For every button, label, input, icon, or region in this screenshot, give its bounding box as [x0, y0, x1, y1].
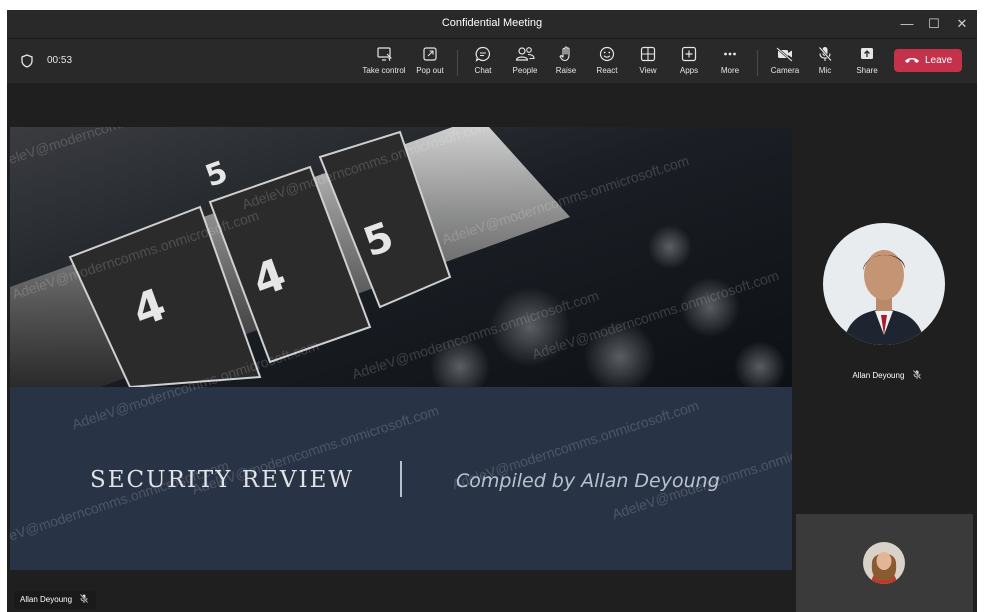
participant-avatar[interactable] [823, 223, 945, 345]
react-label: React [596, 66, 618, 75]
participants-panel: Allan Deyoung [796, 83, 977, 612]
camera-off-icon [776, 47, 793, 62]
close-button[interactable]: ✕ [952, 14, 972, 34]
people-icon [515, 47, 535, 61]
presentation-slide: 4 4 5 5 SECURITY REVIEW Compiled by Alla… [10, 127, 792, 570]
meeting-timer: 00:53 [47, 55, 73, 66]
toolbar-divider [457, 50, 458, 76]
combination-lock-image: 4 4 5 5 [10, 127, 792, 387]
leave-button[interactable]: Leave [894, 49, 962, 72]
view-button[interactable]: View [633, 45, 663, 81]
people-label: People [512, 66, 538, 75]
slide-title: SECURITY REVIEW [90, 467, 354, 493]
chat-label: Chat [474, 66, 492, 75]
shared-content-stage: 4 4 5 5 SECURITY REVIEW Compiled by Alla… [7, 83, 795, 612]
pop-out-button[interactable]: Pop out [411, 45, 449, 81]
camera-label: Camera [770, 66, 800, 75]
share-icon [861, 48, 873, 59]
mic-button[interactable]: Mic [810, 45, 840, 81]
participant-name: Allan Deyoung [796, 369, 977, 380]
raise-hand-button[interactable]: Raise [551, 45, 581, 81]
mic-label: Mic [818, 66, 832, 75]
pop-out-label: Pop out [416, 66, 444, 75]
maximize-button[interactable]: ☐ [924, 14, 944, 34]
chat-button[interactable]: Chat [467, 45, 499, 81]
react-icon [599, 46, 615, 62]
people-button[interactable]: People [507, 45, 543, 81]
participant-photo [823, 223, 945, 345]
camera-button[interactable]: Camera [766, 45, 804, 81]
more-label: More [720, 66, 740, 75]
meeting-toolbar: 00:53 Take control Pop out Chat People R… [7, 38, 977, 84]
take-control-button[interactable]: Take control [360, 45, 408, 81]
take-control-label: Take control [362, 66, 406, 75]
window-title: Confidential Meeting [441, 17, 543, 29]
share-label: Share [856, 66, 878, 75]
more-icon [724, 52, 736, 56]
react-button[interactable]: React [591, 45, 623, 81]
minimize-button[interactable]: — [897, 14, 917, 34]
mic-off-icon [818, 46, 832, 62]
self-video-tile[interactable] [796, 514, 973, 612]
more-button[interactable]: More [715, 45, 745, 81]
mic-off-icon [912, 369, 921, 380]
take-control-icon [377, 47, 392, 62]
leave-label: Leave [925, 55, 953, 66]
apps-button[interactable]: Apps [674, 45, 704, 81]
view-label: View [639, 66, 657, 75]
self-photo [863, 542, 905, 584]
pop-out-icon [423, 47, 437, 61]
raise-hand-icon [559, 46, 570, 62]
apps-label: Apps [679, 66, 699, 75]
slide-title-band: SECURITY REVIEW Compiled by Allan Deyoun… [10, 387, 792, 570]
presenter-name-badge: Allan Deyoung [14, 591, 97, 609]
phone-hangup-icon [905, 58, 919, 63]
mic-off-icon [80, 593, 89, 604]
share-button[interactable]: Share [852, 45, 882, 81]
view-icon [640, 46, 656, 62]
title-bar: Confidential Meeting — ☐ ✕ [7, 10, 977, 38]
apps-icon [681, 46, 697, 62]
presenter-name: Allan Deyoung [20, 595, 73, 604]
slide-divider [400, 461, 402, 497]
slide-subtitle: Compiled by Allan Deyoung [456, 470, 720, 492]
raise-label: Raise [555, 66, 577, 75]
chat-icon [475, 46, 491, 62]
meeting-window: Confidential Meeting — ☐ ✕ 00:53 Take co… [7, 10, 977, 612]
shield-icon [21, 54, 33, 68]
self-avatar [863, 542, 905, 584]
toolbar-divider [757, 50, 758, 76]
